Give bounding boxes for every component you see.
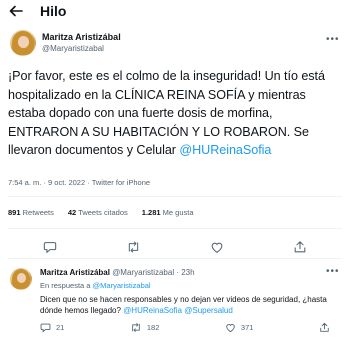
mention-link[interactable]: @HUReinaSofia <box>123 306 182 315</box>
divider <box>8 196 342 197</box>
quotes-stat[interactable]: 42 Tweets citados <box>68 208 128 217</box>
reply-header: Maritza Aristizábal @Maryaristizabal · 2… <box>40 268 195 277</box>
mention-link[interactable]: @HUReinaSofia <box>179 143 271 157</box>
like-icon[interactable] <box>210 240 224 254</box>
tweet-meta: 7:54 a. m. · 9 oct. 2022 · Twitter for i… <box>8 178 151 187</box>
tweet-date[interactable]: 9 oct. 2022 <box>48 178 85 187</box>
tweet-text: ¡Por favor, este es el colmo de la inseg… <box>8 67 342 160</box>
avatar[interactable] <box>10 30 36 56</box>
reply-text: Dicen que no se hacen responsables y no … <box>40 294 340 316</box>
mention-link[interactable]: @Supersalud <box>184 306 233 315</box>
tweet-actions <box>8 240 342 254</box>
tweet-body-text: ¡Por favor, este es el colmo de la inseg… <box>8 69 325 157</box>
reply-icon <box>40 322 51 333</box>
retweet-icon <box>130 322 142 333</box>
tweet-stats: 891 Retweets 42 Tweets citados 1.281 Me … <box>8 208 194 217</box>
share-icon[interactable] <box>293 240 307 254</box>
retweet-button[interactable]: 182 <box>130 322 160 333</box>
tweet-source[interactable]: Twitter for iPhone <box>92 178 150 187</box>
page-title: Hilo <box>40 3 67 19</box>
reply-to: En respuesta a @Maryaristizabal <box>40 281 151 290</box>
author-name[interactable]: Maritza Aristizábal <box>42 32 121 42</box>
reply-author-name[interactable]: Maritza Aristizábal <box>40 268 110 277</box>
likes-stat[interactable]: 1.281 Me gusta <box>142 208 194 217</box>
divider <box>8 258 342 259</box>
reply-icon[interactable] <box>43 240 57 254</box>
reply-to-handle[interactable]: @Maryaristizabal <box>93 281 151 290</box>
retweet-icon[interactable] <box>126 240 141 254</box>
retweets-stat[interactable]: 891 Retweets <box>8 208 54 217</box>
tweet-time[interactable]: 7:54 a. m. <box>8 178 41 187</box>
more-icon[interactable]: ••• <box>326 34 340 45</box>
reply-button[interactable]: 21 <box>40 322 64 333</box>
reply-age[interactable]: 23h <box>181 268 194 277</box>
like-button[interactable]: 371 <box>225 322 254 333</box>
reply-author-handle[interactable]: @Maryaristizabal <box>112 268 174 277</box>
like-count: 371 <box>240 323 254 332</box>
like-icon <box>225 322 236 333</box>
share-icon <box>319 322 330 333</box>
share-button[interactable] <box>319 322 330 333</box>
reply-actions: 21 182 371 <box>40 322 330 333</box>
divider <box>8 228 342 229</box>
retweet-count: 182 <box>146 323 160 332</box>
avatar[interactable] <box>10 268 32 290</box>
more-icon[interactable]: ••• <box>326 266 340 277</box>
back-arrow-icon[interactable] <box>8 3 24 19</box>
reply-count: 21 <box>56 323 65 332</box>
author-handle[interactable]: @Maryaristizabal <box>42 44 104 53</box>
